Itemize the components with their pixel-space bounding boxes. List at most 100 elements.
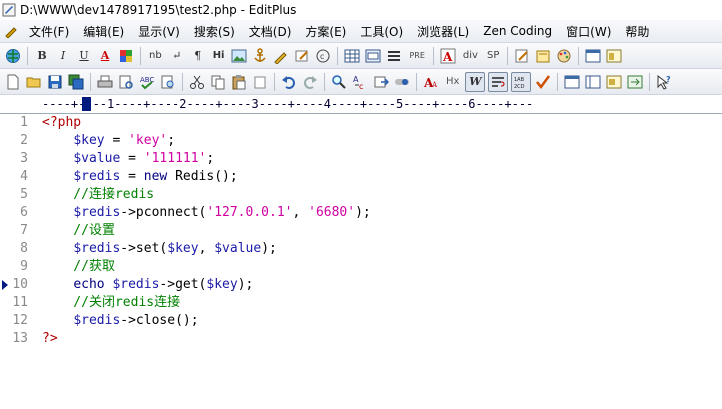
line-number: 11: [12, 295, 28, 310]
underline-button[interactable]: U: [75, 47, 93, 65]
save-icon[interactable]: [46, 73, 64, 91]
a-icon[interactable]: A: [439, 47, 457, 65]
toolbar-separator: [140, 46, 141, 65]
window-swap-icon[interactable]: [626, 73, 644, 91]
code-line[interactable]: 12 $redis->close();: [0, 312, 722, 330]
spell-check-icon[interactable]: ABC: [138, 73, 156, 91]
code-line[interactable]: 1 <?php: [0, 114, 722, 132]
code-line[interactable]: 7 //设置: [0, 222, 722, 240]
heading-button[interactable]: Hi: [210, 47, 228, 65]
word-wrap-button[interactable]: W: [465, 71, 486, 92]
help-icon[interactable]: ?: [655, 73, 673, 91]
undo-icon[interactable]: [280, 73, 298, 91]
grid-icon[interactable]: [364, 47, 382, 65]
code-line[interactable]: 3 $value = '111111';: [0, 150, 722, 168]
globe-icon[interactable]: [4, 47, 22, 65]
anchor-icon[interactable]: [251, 47, 269, 65]
font-size-icon[interactable]: AA: [422, 73, 440, 91]
print-preview-icon[interactable]: [117, 73, 135, 91]
code-line[interactable]: 11 //关闭redis连接: [0, 294, 722, 312]
window-min-icon[interactable]: [605, 73, 623, 91]
check-icon[interactable]: [534, 73, 552, 91]
redo-icon[interactable]: [301, 73, 319, 91]
copy-icon[interactable]: [209, 73, 227, 91]
window-tile-icon[interactable]: [563, 73, 581, 91]
delete-icon[interactable]: [251, 73, 269, 91]
menu-project[interactable]: 方案(E): [298, 23, 353, 40]
toggle-icon[interactable]: [393, 73, 411, 91]
span-button[interactable]: SP: [484, 47, 502, 65]
menu-document[interactable]: 文档(D): [242, 23, 299, 40]
code-line[interactable]: 4 $redis = new Redis();: [0, 168, 722, 186]
cut-icon[interactable]: [188, 73, 206, 91]
replace-icon[interactable]: Ac: [351, 73, 369, 91]
image-icon[interactable]: [230, 47, 248, 65]
menu-window[interactable]: 窗口(W): [559, 23, 618, 40]
code-line[interactable]: 8 $redis->set($key, $value);: [0, 240, 722, 258]
code-line[interactable]: 13 ?>: [0, 330, 722, 348]
ruler-scale: ----+----1----+----2----+----3----+----4…: [42, 97, 534, 111]
new-file-icon[interactable]: [4, 73, 22, 91]
paragraph-button[interactable]: ¶: [189, 47, 207, 65]
italic-button[interactable]: I: [54, 47, 72, 65]
menu-pencil-icon[interactable]: [4, 24, 18, 38]
menu-tools[interactable]: 工具(O): [353, 23, 410, 40]
copyright-icon[interactable]: c: [314, 47, 332, 65]
code-line[interactable]: 5 //连接redis: [0, 186, 722, 204]
panel2-icon[interactable]: [605, 47, 623, 65]
print-icon[interactable]: [96, 73, 114, 91]
hx-button[interactable]: Hx: [443, 73, 462, 91]
pencil-icon[interactable]: [272, 47, 290, 65]
save-all-icon[interactable]: [67, 73, 85, 91]
toolbar-separator: [557, 72, 559, 91]
bold-button[interactable]: B: [33, 47, 51, 65]
html-toolbar: B I U A nb ↵ ¶ Hi c PRE A div SP: [0, 43, 722, 69]
break-button[interactable]: ↵: [168, 47, 186, 65]
wrap-icon[interactable]: [488, 71, 509, 92]
svg-text:c: c: [320, 52, 324, 61]
line-number: 7: [20, 223, 28, 238]
list-icon[interactable]: [385, 47, 403, 65]
goto-icon[interactable]: [372, 73, 390, 91]
code-text: echo $redis->get($key);: [73, 277, 254, 292]
code-line[interactable]: 6 $redis->pconnect('127.0.0.1', '6680');: [0, 204, 722, 222]
div-button[interactable]: div: [460, 47, 481, 65]
line-number: 6: [20, 205, 28, 220]
line-number: 5: [20, 187, 28, 202]
menu-edit[interactable]: 编辑(E): [76, 23, 131, 40]
code-editor[interactable]: 1 <?php 2 $key = 'key'; 3 $value = '111111'…: [0, 114, 722, 394]
palette2-icon[interactable]: [555, 47, 573, 65]
toolbar-separator: [324, 72, 325, 91]
pen-icon[interactable]: [293, 47, 311, 65]
edit-icon[interactable]: [513, 47, 531, 65]
search-icon[interactable]: [330, 73, 348, 91]
menu-view[interactable]: 显示(V): [131, 23, 187, 40]
open-icon[interactable]: [534, 47, 552, 65]
font-color-button[interactable]: A: [96, 47, 114, 65]
column-icon[interactable]: 1AB 2CD: [511, 71, 532, 92]
table-icon[interactable]: [343, 47, 361, 65]
toolbar-separator: [27, 46, 28, 65]
toolbar-separator: [432, 46, 434, 65]
nbsp-button[interactable]: nb: [146, 47, 165, 65]
menu-browser[interactable]: 浏览器(L): [410, 23, 476, 40]
menu-search[interactable]: 搜索(S): [187, 23, 242, 40]
svg-text:2CD: 2CD: [514, 84, 525, 89]
paste-icon[interactable]: [230, 73, 248, 91]
pre-button[interactable]: PRE: [406, 47, 427, 65]
line-number: 8: [20, 241, 28, 256]
code-line[interactable]: 9 //获取: [0, 258, 722, 276]
menu-file[interactable]: 文件(F): [22, 23, 76, 40]
line-number: 3: [20, 151, 28, 166]
code-line[interactable]: 10 echo $redis->get($key);: [0, 276, 722, 294]
find-files-icon[interactable]: [159, 73, 177, 91]
palette-icon[interactable]: [117, 47, 135, 65]
open-file-icon[interactable]: [25, 73, 43, 91]
window-cascade-icon[interactable]: [584, 73, 602, 91]
code-text: //获取: [42, 259, 115, 274]
panel-icon[interactable]: [584, 47, 602, 65]
svg-text:A: A: [431, 81, 438, 89]
menu-zen-coding[interactable]: Zen Coding: [476, 24, 559, 38]
menu-help[interactable]: 帮助: [618, 23, 656, 40]
code-line[interactable]: 2 $key = 'key';: [0, 132, 722, 150]
